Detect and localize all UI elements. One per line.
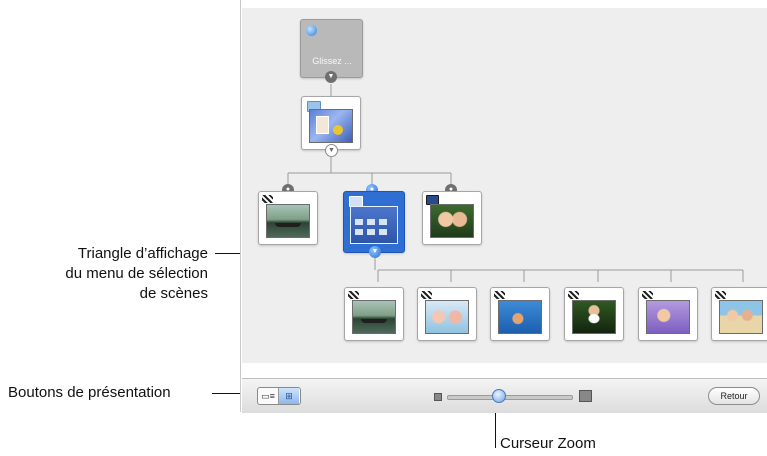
menu-theme-thumbnail [309, 109, 353, 143]
drop-target-node[interactable]: Glissez ... [300, 19, 363, 78]
scene-thumbnail [646, 300, 690, 334]
lake-boat-thumbnail [266, 204, 310, 238]
callout-presentation-buttons: Boutons de présentation [8, 384, 171, 401]
callout-line: du menu de sélection [65, 265, 208, 282]
scene-thumbnail [498, 300, 542, 334]
movie-node[interactable] [258, 191, 318, 245]
presentation-buttons: ▭≡ ⊞ [257, 387, 301, 405]
movie-clapper-icon [642, 291, 653, 299]
zoom-slider-knob[interactable] [492, 389, 506, 403]
zoom-in-icon [579, 390, 592, 402]
slideshow-node[interactable] [422, 191, 482, 245]
scene-node[interactable] [564, 287, 624, 341]
movie-clapper-icon [715, 291, 726, 299]
zoom-slider-track[interactable] [447, 395, 573, 400]
drop-placeholder-label: Glissez ... [312, 56, 352, 66]
callout-disclosure-triangle: Triangle d’affichage du menu de sélectio… [0, 244, 208, 304]
back-button[interactable]: Retour [708, 387, 760, 405]
callout-line: de scènes [139, 285, 208, 302]
project-map-canvas[interactable]: Glissez ... ▼ ▼ ● ● ▼ ● [242, 8, 767, 363]
callout-line: Triangle d’affichage [77, 245, 208, 262]
movie-clapper-icon [494, 291, 505, 299]
disclosure-triangle-icon[interactable]: ▼ [325, 144, 338, 157]
list-view-icon[interactable]: ▭≡ [258, 388, 279, 404]
scene-selection-menu-node[interactable] [343, 191, 405, 253]
movie-clapper-icon [568, 291, 579, 299]
scene-menu-thumbnail [350, 206, 398, 244]
movie-clapper-icon [421, 291, 432, 299]
globe-icon [306, 25, 317, 36]
scene-node[interactable] [638, 287, 698, 341]
dvd-map-window: Glissez ... ▼ ▼ ● ● ▼ ● ▭≡ ⊞ Retour [240, 0, 767, 413]
movie-clapper-icon [262, 195, 273, 203]
scene-node[interactable] [417, 287, 477, 341]
scene-thumbnail [425, 300, 469, 334]
scene-thumbnail [572, 300, 616, 334]
zoom-out-icon [434, 393, 442, 401]
disclosure-triangle-icon[interactable]: ▼ [325, 71, 337, 83]
two-girls-thumbnail [430, 204, 474, 238]
movie-clapper-icon [348, 291, 359, 299]
bottom-toolbar: ▭≡ ⊞ Retour [242, 378, 767, 413]
scene-node[interactable] [711, 287, 767, 341]
disclosure-triangle-icon[interactable]: ▼ [369, 246, 381, 258]
tree-view-icon[interactable]: ⊞ [279, 388, 299, 404]
callout-zoom-slider: Curseur Zoom [500, 435, 596, 452]
main-menu-node[interactable] [301, 96, 361, 150]
scene-node[interactable] [344, 287, 404, 341]
scene-thumbnail [719, 300, 763, 334]
scene-thumbnail [352, 300, 396, 334]
scene-node[interactable] [490, 287, 550, 341]
